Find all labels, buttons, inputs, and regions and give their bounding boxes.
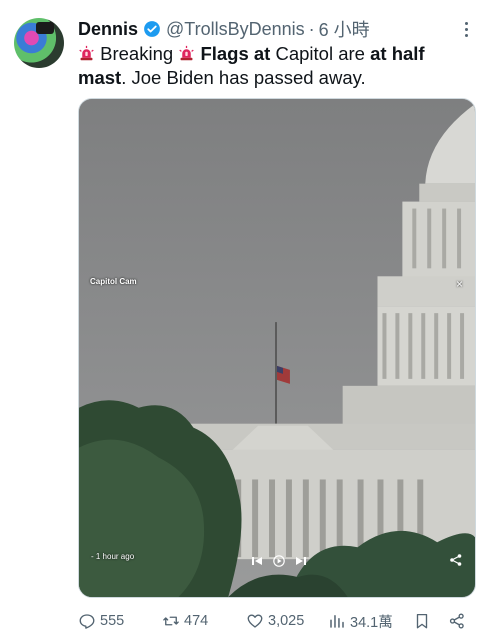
reply-button[interactable]: 555	[78, 610, 124, 632]
tweet-text-breaking: Breaking	[95, 43, 179, 64]
tweet-actions: 555 474 3,025 34.1萬	[78, 610, 478, 632]
reply-count: 555	[100, 613, 125, 629]
next-icon[interactable]	[295, 555, 307, 567]
tweet-text: Breaking Flags at Capitol are at half ma…	[78, 42, 478, 90]
repost-count: 474	[184, 613, 209, 629]
like-count: 3,025	[268, 613, 305, 629]
author-name[interactable]: Dennis	[78, 19, 138, 40]
repost-button[interactable]: 474	[162, 610, 208, 632]
repost-icon	[163, 616, 179, 626]
capitol-scene-image	[79, 99, 475, 597]
tweet-time[interactable]: 6 小時	[319, 16, 370, 42]
siren-icon	[179, 45, 194, 61]
like-button[interactable]: 3,025	[246, 610, 304, 632]
more-options-icon[interactable]	[456, 18, 476, 40]
previous-icon[interactable]	[251, 555, 263, 567]
bookmark-button[interactable]	[413, 610, 431, 632]
siren-icon	[79, 45, 94, 61]
avatar[interactable]	[14, 18, 64, 68]
video-time-ago: - 1 hour ago	[91, 552, 135, 561]
play-icon[interactable]	[273, 555, 285, 567]
verified-badge-icon	[144, 21, 160, 37]
cam-label: Capitol Cam	[90, 277, 137, 286]
tweet-header: Dennis @TrollsByDennis · 6 小時	[78, 16, 450, 42]
bar-chart-icon	[330, 615, 344, 628]
heart-icon	[247, 614, 263, 628]
author-handle[interactable]: @TrollsByDennis	[166, 19, 305, 40]
separator-dot: ·	[308, 18, 315, 39]
reply-icon	[79, 614, 95, 629]
video-controls	[251, 555, 307, 567]
bookmark-icon	[416, 613, 428, 629]
share-button[interactable]	[448, 610, 466, 632]
cam-close-icon[interactable]: ×	[456, 277, 463, 291]
media-video[interactable]: Capitol Cam × - 1 hour ago	[78, 98, 476, 598]
tweet-text-bold-flags: Flags at	[200, 43, 271, 64]
tweet-text-capitol: Capitol are	[270, 43, 371, 64]
views-button[interactable]: 34.1萬	[328, 610, 393, 632]
share-media-icon[interactable]	[449, 553, 463, 567]
tweet-text-ending: . Joe Biden has passed away.	[121, 67, 366, 88]
views-count: 34.1萬	[350, 614, 393, 631]
share-icon	[449, 613, 464, 629]
